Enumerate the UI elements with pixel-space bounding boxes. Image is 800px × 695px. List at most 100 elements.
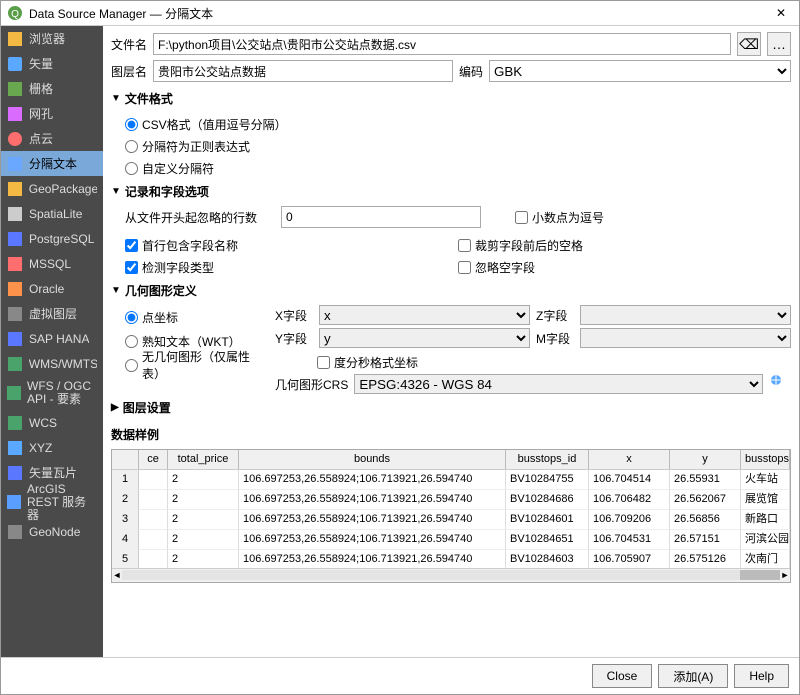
sidebar-item-csv[interactable]: 分隔文本 <box>1 151 103 176</box>
help-button[interactable]: Help <box>734 664 789 688</box>
filename-input[interactable] <box>153 33 731 55</box>
table-header[interactable]: busstops_name <box>741 450 790 469</box>
sidebar-item-label: SAP HANA <box>29 332 89 346</box>
table-header[interactable]: busstops_id <box>506 450 589 469</box>
dms-checkbox[interactable] <box>317 356 330 369</box>
sidebar-item-label: WMS/WMTS <box>29 357 97 371</box>
sidebar-item-pt[interactable]: 点云 <box>1 126 103 151</box>
sidebar-item-gpkg[interactable]: GeoPackage <box>1 176 103 201</box>
sidebar-item-folder[interactable]: 浏览器 <box>1 26 103 51</box>
sidebar-item-xyz[interactable]: XYZ <box>1 435 103 460</box>
sidebar-item-wfs[interactable]: WFS / OGC API - 要素 <box>1 376 103 410</box>
file-format-radio[interactable] <box>125 162 138 175</box>
pg-icon <box>7 231 23 247</box>
vec-icon <box>7 56 23 72</box>
decimal-comma-checkbox[interactable] <box>515 211 528 224</box>
table-header[interactable]: y <box>670 450 741 469</box>
z-field-select[interactable] <box>580 305 791 325</box>
browse-file-button[interactable]: … <box>767 32 791 56</box>
record-option-checkbox[interactable] <box>458 239 471 252</box>
sidebar-item-label: WCS <box>29 416 57 430</box>
sample-data-label: 数据样例 <box>111 426 791 443</box>
sidebar-item-pg[interactable]: PostgreSQL <box>1 226 103 251</box>
file-format-radio[interactable] <box>125 118 138 131</box>
encoding-select[interactable]: GBK <box>489 60 791 82</box>
sidebar-item-mesh[interactable]: 网孔 <box>1 101 103 126</box>
sidebar-item-ras[interactable]: 栅格 <box>1 76 103 101</box>
crs-browse-button[interactable] <box>769 373 791 395</box>
sidebar-item-vec[interactable]: 矢量 <box>1 51 103 76</box>
sidebar-item-or[interactable]: Oracle <box>1 276 103 301</box>
geometry-radio[interactable] <box>125 311 138 324</box>
table-row[interactable]: 52106.697253,26.558924;106.713921,26.594… <box>112 550 790 568</box>
sidebar-item-label: 矢量 <box>29 55 53 72</box>
sidebar-item-ms[interactable]: MSSQL <box>1 251 103 276</box>
delimited-text-panel: 文件名 ⌫ … 图层名 编码 GBK ▼ 文件格式 CSV格式（值用逗号分隔）分… <box>103 26 799 657</box>
or-icon <box>7 281 23 297</box>
table-row[interactable]: 22106.697253,26.558924;106.713921,26.594… <box>112 490 790 510</box>
table-header[interactable] <box>112 450 139 469</box>
sidebar-item-hana[interactable]: SAP HANA <box>1 326 103 351</box>
table-row[interactable]: 32106.697253,26.558924;106.713921,26.594… <box>112 510 790 530</box>
sidebar-item-label: 虚拟图层 <box>29 305 77 322</box>
sidebar-item-gn[interactable]: GeoNode <box>1 519 103 544</box>
add-button[interactable]: 添加(A) <box>658 664 728 688</box>
record-option-checkbox[interactable] <box>458 261 471 274</box>
m-field-label: M字段 <box>536 330 574 347</box>
sidebar-item-label: 矢量瓦片 <box>29 464 77 481</box>
sidebar-item-label: SpatiaLite <box>29 207 82 221</box>
table-header[interactable]: bounds <box>239 450 506 469</box>
record-option-checkbox[interactable] <box>125 239 138 252</box>
table-row[interactable]: 12106.697253,26.558924;106.713921,26.594… <box>112 470 790 490</box>
sidebar-item-sl[interactable]: SpatiaLite <box>1 201 103 226</box>
section-record-options[interactable]: ▼ 记录和字段选项 <box>111 183 791 200</box>
dialog-footer: Close 添加(A) Help <box>1 657 799 694</box>
sidebar-item-vl[interactable]: 虚拟图层 <box>1 301 103 326</box>
horizontal-scrollbar[interactable]: ◄► <box>112 568 790 582</box>
mesh-icon <box>7 106 23 122</box>
sidebar-item-label: ArcGIS REST 服务器 <box>27 483 97 522</box>
close-button[interactable]: Close <box>592 664 653 688</box>
sidebar-item-arc[interactable]: ArcGIS REST 服务器 <box>1 485 103 519</box>
geometry-radio[interactable] <box>125 359 138 372</box>
sidebar-item-label: GeoNode <box>29 525 80 539</box>
layername-input[interactable] <box>153 60 453 82</box>
gn-icon <box>7 524 23 540</box>
file-format-radio[interactable] <box>125 140 138 153</box>
pt-icon <box>7 131 23 147</box>
x-field-label: X字段 <box>275 307 313 324</box>
table-header[interactable]: x <box>589 450 670 469</box>
geometry-radio[interactable] <box>125 335 138 348</box>
clear-filename-button[interactable]: ⌫ <box>737 32 761 56</box>
sidebar-item-label: Oracle <box>29 282 64 296</box>
x-field-select[interactable]: x <box>319 305 530 325</box>
chevron-down-icon: ▼ <box>111 285 121 296</box>
wcs-icon <box>7 415 23 431</box>
sidebar-item-label: 点云 <box>29 130 53 147</box>
filename-label: 文件名 <box>111 36 147 53</box>
sidebar-item-label: XYZ <box>29 441 52 455</box>
chevron-down-icon: ▼ <box>111 93 121 104</box>
close-window-icon[interactable]: ✕ <box>769 6 793 20</box>
sidebar-item-label: PostgreSQL <box>29 232 94 246</box>
sidebar-item-label: 分隔文本 <box>29 155 77 172</box>
section-layer-setting[interactable]: ▶ 图层设置 <box>111 399 791 416</box>
crs-select[interactable]: EPSG:4326 - WGS 84 <box>354 374 763 394</box>
sidebar-item-label: GeoPackage <box>29 182 97 196</box>
skip-lines-input[interactable] <box>281 206 481 228</box>
sidebar-item-label: 浏览器 <box>29 30 65 47</box>
sidebar-item-vt[interactable]: 矢量瓦片 <box>1 460 103 485</box>
sidebar-item-wcs[interactable]: WCS <box>1 410 103 435</box>
sidebar-item-wms[interactable]: WMS/WMTS <box>1 351 103 376</box>
section-geometry[interactable]: ▼ 几何图形定义 <box>111 282 791 299</box>
title-bar: Q Data Source Manager — 分隔文本 ✕ <box>1 1 799 26</box>
table-row[interactable]: 42106.697253,26.558924;106.713921,26.594… <box>112 530 790 550</box>
record-option-checkbox[interactable] <box>125 261 138 274</box>
sample-data-table: cetotal_priceboundsbusstops_idxybusstops… <box>111 449 791 583</box>
m-field-select[interactable] <box>580 328 791 348</box>
y-field-select[interactable]: y <box>319 328 530 348</box>
table-header[interactable]: total_price <box>168 450 239 469</box>
table-header[interactable]: ce <box>139 450 168 469</box>
section-file-format[interactable]: ▼ 文件格式 <box>111 90 791 107</box>
sidebar-item-label: WFS / OGC API - 要素 <box>27 380 97 406</box>
